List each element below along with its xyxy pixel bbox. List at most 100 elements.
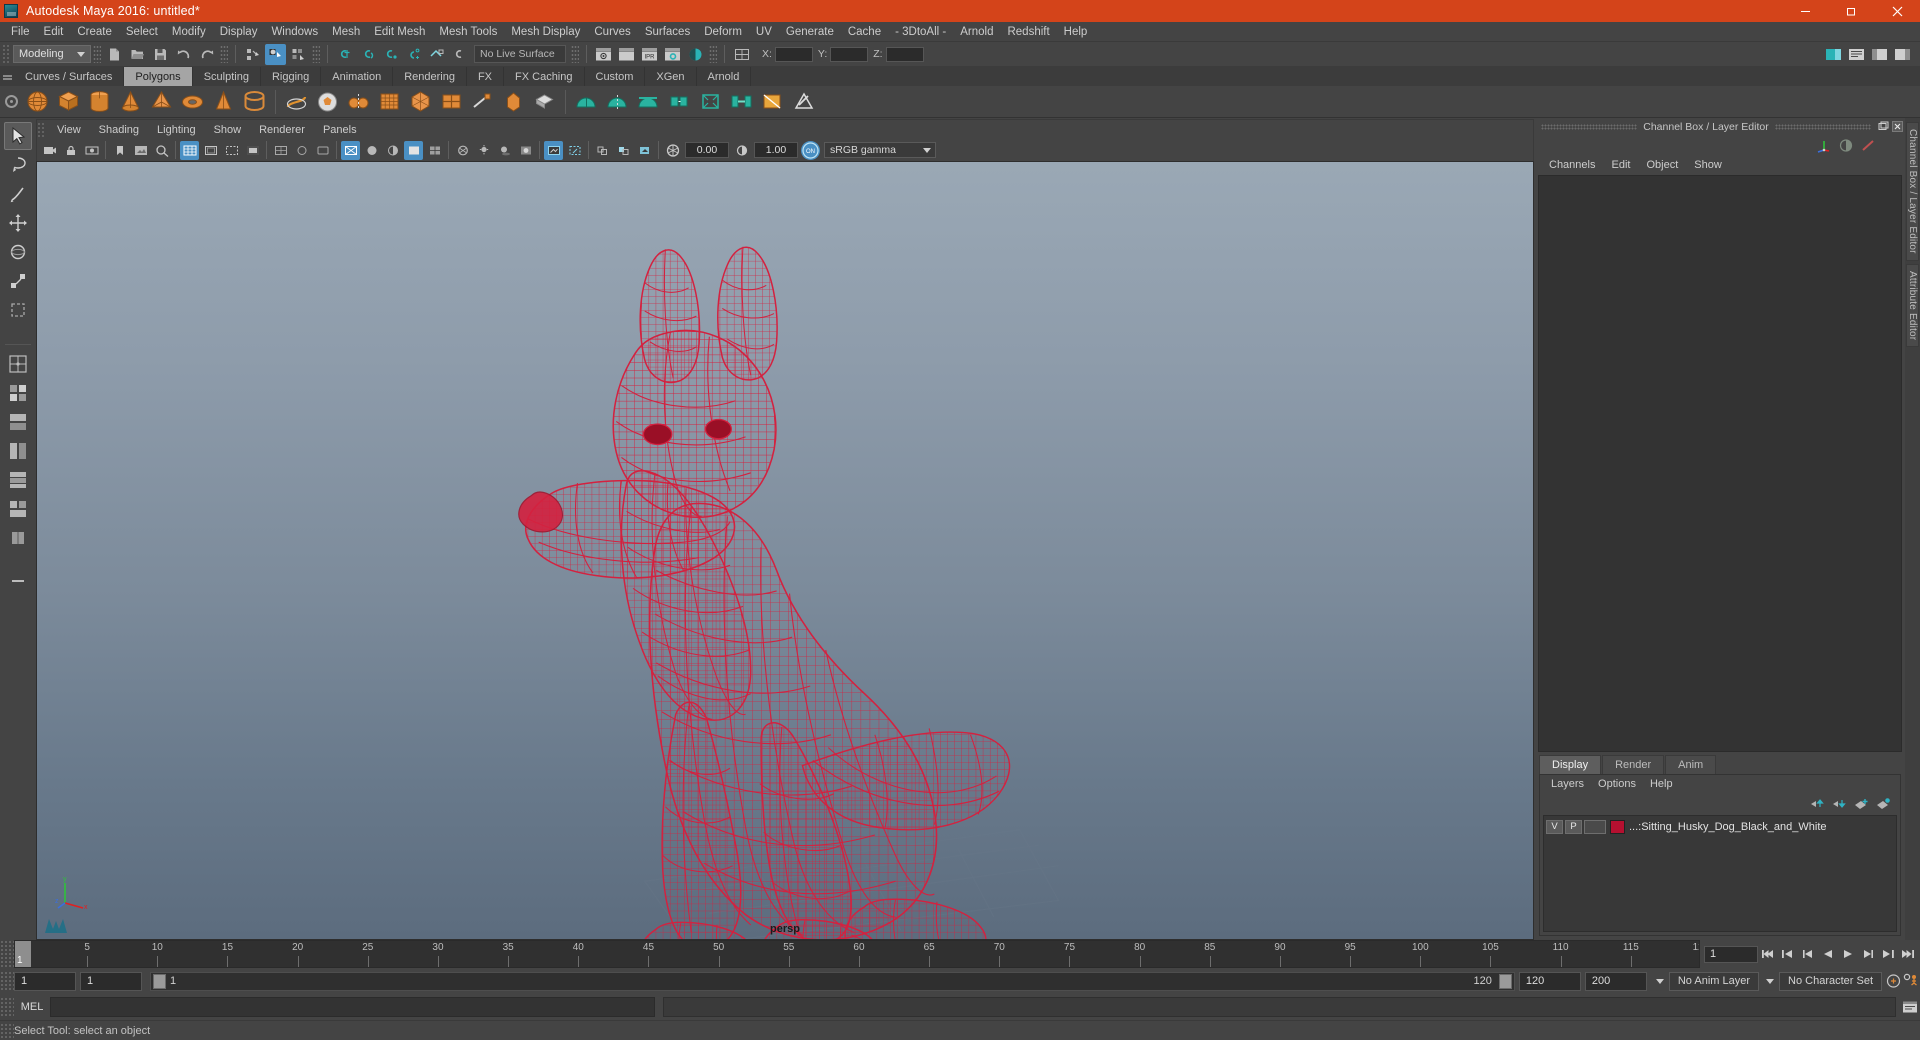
- gamma-value[interactable]: 1.00: [754, 142, 798, 158]
- maximize-button[interactable]: [1828, 0, 1874, 22]
- script-language-label[interactable]: MEL: [14, 1001, 50, 1013]
- poly-spherical-harmonics-icon[interactable]: [499, 87, 528, 116]
- menu-select[interactable]: Select: [119, 22, 165, 42]
- textures-icon[interactable]: [453, 141, 472, 160]
- playback-end-input[interactable]: 120: [1518, 971, 1581, 991]
- menu-redshift[interactable]: Redshift: [1000, 22, 1056, 42]
- channel-box-icon[interactable]: [1892, 44, 1913, 65]
- xray-icon[interactable]: [565, 141, 584, 160]
- flat-shade-icon[interactable]: [404, 140, 423, 160]
- four-view-layout[interactable]: [4, 379, 32, 407]
- menu-curves[interactable]: Curves: [587, 22, 637, 42]
- film-gate-icon[interactable]: [201, 141, 220, 160]
- smooth-shade-selected-icon[interactable]: [383, 141, 402, 160]
- menu-cache[interactable]: Cache: [841, 22, 888, 42]
- two-d-pan-zoom-icon[interactable]: [152, 141, 171, 160]
- snap-to-projected-center-icon[interactable]: [403, 44, 424, 65]
- time-cursor[interactable]: 1: [15, 941, 31, 967]
- multi-cut-icon[interactable]: [758, 87, 787, 116]
- help-line-gripper[interactable]: [0, 1022, 14, 1039]
- lock-camera-icon[interactable]: [61, 141, 80, 160]
- channel-menu-edit[interactable]: Edit: [1603, 155, 1638, 175]
- persp-hypershade-layout[interactable]: [4, 466, 32, 494]
- playback-start-input[interactable]: 1: [80, 971, 142, 991]
- anim-layer-chevron-down-icon[interactable]: [1651, 972, 1669, 991]
- command-input[interactable]: [50, 997, 655, 1017]
- shelf-tab-animation[interactable]: Animation: [321, 67, 394, 86]
- poly-platonic-icon[interactable]: [344, 87, 373, 116]
- x-input[interactable]: [774, 46, 813, 62]
- shelf-tab-polygons[interactable]: Polygons: [124, 67, 193, 86]
- select-by-object-icon[interactable]: [265, 43, 286, 65]
- scale-tool[interactable]: [4, 267, 32, 295]
- render-current-frame-icon[interactable]: [616, 44, 637, 65]
- tab-display[interactable]: Display: [1539, 755, 1602, 774]
- viewport-menu-lighting[interactable]: Lighting: [148, 120, 205, 140]
- time-slider-gripper[interactable]: [0, 940, 14, 968]
- viewport-menu-view[interactable]: View: [48, 120, 90, 140]
- close-button[interactable]: [1874, 0, 1920, 22]
- poly-prism-icon[interactable]: [209, 87, 238, 116]
- undo-icon[interactable]: [173, 44, 194, 65]
- character-set-chevron-down-icon[interactable]: [1761, 972, 1779, 991]
- tool-settings-icon[interactable]: [1869, 44, 1890, 65]
- gamma-icon[interactable]: [732, 141, 751, 160]
- viewport-menu-panels[interactable]: Panels: [314, 120, 366, 140]
- poly-gear-icon[interactable]: [437, 87, 466, 116]
- poly-helix-icon[interactable]: [282, 87, 311, 116]
- channel-menu-object[interactable]: Object: [1638, 155, 1686, 175]
- poly-super-ellipse-icon[interactable]: [468, 87, 497, 116]
- current-frame-input[interactable]: 1: [1704, 945, 1758, 963]
- bridge-icon[interactable]: [727, 87, 756, 116]
- tab-anim[interactable]: Anim: [1665, 755, 1717, 774]
- hypershade-icon[interactable]: [685, 44, 706, 65]
- menu-display[interactable]: Display: [213, 22, 265, 42]
- poly-soccer-ball-icon[interactable]: [313, 87, 342, 116]
- perspective-viewport[interactable]: persp y x z: [36, 161, 1534, 940]
- shelf-tab-fx[interactable]: FX: [466, 67, 505, 86]
- shelf-tab-rigging[interactable]: Rigging: [260, 67, 322, 86]
- shelf-tab-rendering[interactable]: Rendering: [393, 67, 467, 86]
- wireframe-shading-icon[interactable]: [341, 140, 360, 160]
- half-circle-icon[interactable]: [1835, 136, 1857, 154]
- poly-plane-icon[interactable]: [375, 87, 404, 116]
- grid-toggle-icon[interactable]: [180, 140, 199, 160]
- select-tool[interactable]: [3, 122, 32, 150]
- statusline-gripper[interactable]: [2, 44, 10, 64]
- color-management-toggle-icon[interactable]: ON: [801, 140, 820, 160]
- show-render-view-icon[interactable]: [593, 44, 614, 65]
- range-handle-right[interactable]: [1498, 973, 1512, 989]
- lasso-select-tool[interactable]: [4, 151, 32, 179]
- layer-list[interactable]: V P ...:Sitting_Husky_Dog_Black_and_Whit…: [1543, 815, 1897, 932]
- shelf-tab-xgen[interactable]: XGen: [645, 67, 697, 86]
- ipr-render-icon[interactable]: IPR: [639, 44, 660, 65]
- anim-layer-selector[interactable]: No Anim Layer: [1668, 971, 1760, 991]
- safe-title-icon[interactable]: [313, 141, 332, 160]
- menu-mesh[interactable]: Mesh: [325, 22, 367, 42]
- combine-icon[interactable]: [572, 87, 601, 116]
- layer-menu-options[interactable]: Options: [1591, 774, 1643, 794]
- channel-box-content[interactable]: [1538, 175, 1902, 752]
- shelf-tab-custom[interactable]: Custom: [584, 67, 646, 86]
- command-line-gripper[interactable]: [0, 997, 14, 1017]
- menu-deform[interactable]: Deform: [697, 22, 749, 42]
- gate-mask-icon[interactable]: [243, 141, 262, 160]
- extrude-icon[interactable]: [665, 87, 694, 116]
- snap-to-curve-icon[interactable]: [357, 44, 378, 65]
- menu-generate[interactable]: Generate: [779, 22, 841, 42]
- resolution-gate-icon[interactable]: [222, 141, 241, 160]
- viewport-gripper[interactable]: [37, 121, 45, 138]
- poly-cylinder-icon[interactable]: [85, 87, 114, 116]
- make-live-icon[interactable]: [449, 44, 470, 65]
- anim-end-input[interactable]: 200: [1584, 971, 1647, 991]
- exposure-icon[interactable]: [663, 141, 682, 160]
- menu-set-selector[interactable]: Modeling: [13, 45, 91, 63]
- menu-mesh-display[interactable]: Mesh Display: [504, 22, 587, 42]
- poly-sphere-icon[interactable]: [23, 87, 52, 116]
- separate-icon[interactable]: [603, 87, 632, 116]
- sidebar-tab-attribute-editor[interactable]: Attribute Editor: [1906, 263, 1919, 348]
- script-editor-icon[interactable]: [1901, 998, 1919, 1016]
- save-scene-icon[interactable]: [150, 44, 171, 65]
- menu-create[interactable]: Create: [70, 22, 119, 42]
- character-set-selector[interactable]: No Character Set: [1779, 971, 1882, 991]
